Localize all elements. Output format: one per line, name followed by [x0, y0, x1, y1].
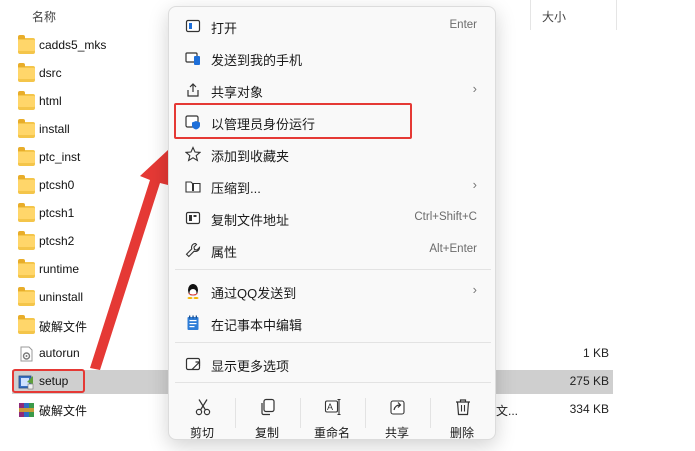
- menu-item-label: 通过QQ发送到: [211, 286, 297, 301]
- menu-item-show-more-options[interactable]: 显示更多选项: [175, 350, 491, 378]
- menu-item-label: 压缩到...: [211, 181, 261, 196]
- menu-item-label: 在记事本中编辑: [211, 318, 303, 333]
- menu-item-shortcut: Alt+Enter: [429, 243, 477, 255]
- scissors-icon: [195, 399, 211, 416]
- menu-item-label: 添加到收藏夹: [211, 149, 290, 164]
- menu-item-compress-to[interactable]: 压缩到... ›: [175, 172, 491, 200]
- menu-separator: [175, 269, 491, 270]
- chevron-right-icon: ›: [472, 282, 477, 297]
- menu-item-open[interactable]: 打开 Enter: [175, 12, 491, 40]
- copy-icon: [261, 398, 275, 416]
- more-options-icon: [185, 357, 201, 371]
- trash-icon: [456, 399, 470, 416]
- star-icon: [185, 146, 201, 162]
- menu-item-label: 显示更多选项: [211, 359, 290, 374]
- menu-item-share-with[interactable]: 共享对象 ›: [175, 76, 491, 104]
- menu-item-send-to-phone[interactable]: 发送到我的手机: [175, 44, 491, 72]
- copy-button[interactable]: 复制: [235, 390, 299, 440]
- menu-action-bar: 剪切 复制 A 重命名 共享 删除: [169, 390, 497, 440]
- menu-item-shortcut: Ctrl+Shift+C: [414, 211, 477, 223]
- cut-button[interactable]: 剪切: [170, 390, 234, 440]
- context-menu: 打开 Enter 发送到我的手机 共享对象 › 以管理员身份运行 添加到收藏夹: [168, 6, 496, 440]
- menu-item-label: 共享对象: [211, 85, 264, 100]
- run-as-admin-annotation-box: [174, 103, 412, 139]
- action-label: 剪切: [189, 426, 214, 440]
- menu-item-label: 复制文件地址: [211, 213, 290, 228]
- share-button[interactable]: 共享: [365, 390, 429, 440]
- rename-icon: A: [324, 398, 341, 416]
- action-label: 复制: [254, 426, 279, 440]
- wrench-icon: [185, 242, 201, 258]
- phone-link-icon: [185, 52, 200, 65]
- chevron-right-icon: ›: [472, 177, 477, 192]
- menu-item-shortcut: Enter: [449, 19, 478, 31]
- action-label: 共享: [384, 426, 409, 440]
- menu-item-label: 发送到我的手机: [211, 53, 303, 68]
- menu-separator: [175, 382, 491, 383]
- chevron-right-icon: ›: [472, 81, 477, 96]
- qq-icon: [187, 284, 199, 299]
- action-label: 重命名: [313, 426, 350, 440]
- rename-button[interactable]: A 重命名: [300, 390, 364, 440]
- menu-item-label: 打开: [211, 21, 238, 36]
- menu-item-label: 属性: [211, 245, 238, 260]
- menu-item-edit-notepad[interactable]: 在记事本中编辑: [175, 309, 491, 337]
- notepad-icon: [187, 315, 199, 330]
- menu-separator: [175, 342, 491, 343]
- menu-item-send-via-qq[interactable]: 通过QQ发送到 ›: [175, 277, 491, 305]
- svg-text:A: A: [327, 402, 333, 412]
- share-icon: [390, 400, 405, 415]
- open-app-icon: [185, 19, 201, 33]
- action-label: 删除: [449, 426, 474, 440]
- delete-button[interactable]: 删除: [430, 390, 494, 440]
- menu-item-copy-path[interactable]: 复制文件地址 Ctrl+Shift+C: [175, 204, 491, 232]
- compress-icon: [185, 181, 201, 193]
- menu-item-properties[interactable]: 属性 Alt+Enter: [175, 236, 491, 264]
- menu-item-add-favorites[interactable]: 添加到收藏夹: [175, 140, 491, 168]
- share-icon: [187, 83, 199, 97]
- copy-path-icon: [185, 211, 201, 225]
